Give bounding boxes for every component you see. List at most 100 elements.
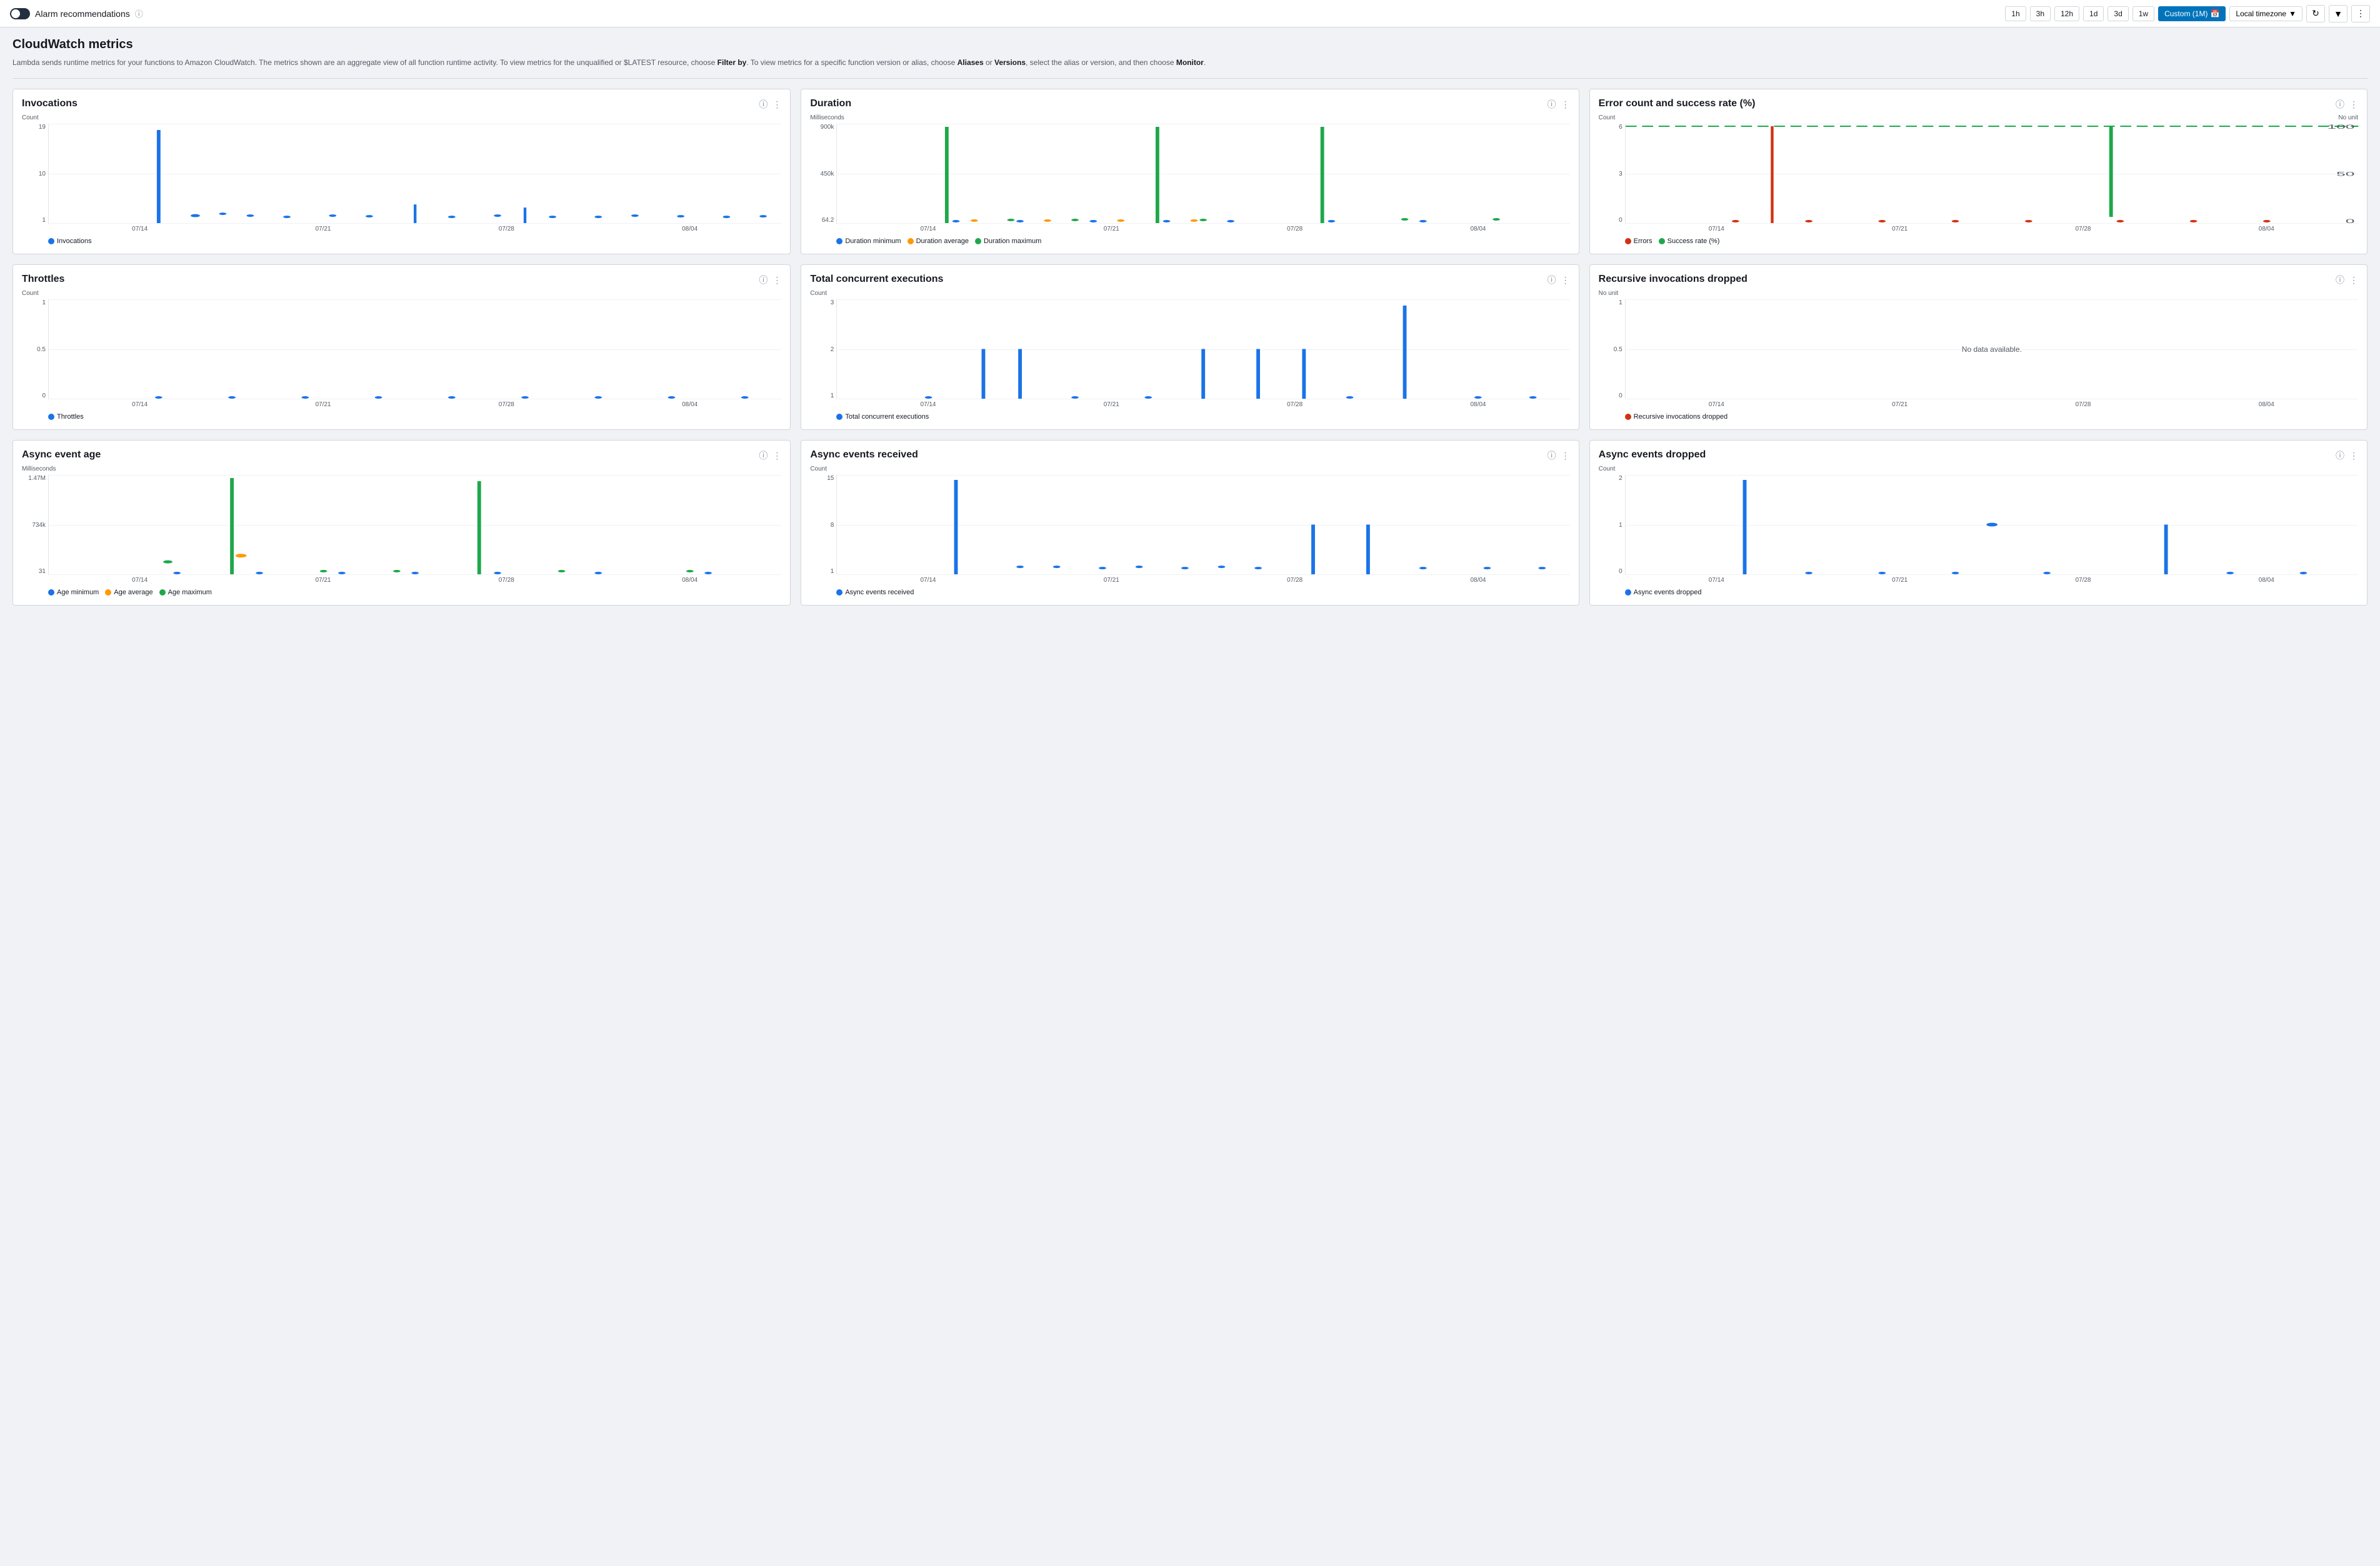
throttles-chart: 1 0.5 0 <box>22 299 781 399</box>
more-icon[interactable]: ⋮ <box>1561 99 1570 110</box>
more-icon[interactable]: ⋮ <box>1561 451 1570 461</box>
error-svg: 100 50 0 <box>1626 124 2358 223</box>
top-bar-right: 1h 3h 12h 1d 3d 1w Custom (1M) 📅 Local t… <box>2005 5 2370 22</box>
recursive-legend: Recursive invocations dropped <box>1625 413 2358 421</box>
legend-color <box>48 238 54 244</box>
async-dropped-xlabels: 07/14 07/21 07/28 08/04 <box>1625 577 2358 584</box>
info-icon[interactable]: ⓘ <box>1548 274 1556 286</box>
time-1w[interactable]: 1w <box>2132 6 2154 21</box>
invocations-actions: ⓘ ⋮ <box>759 98 781 111</box>
duration-xlabels: 07/14 07/21 07/28 08/04 <box>836 226 1569 232</box>
chart-grid-row1: Invocations ⓘ ⋮ Count 19 10 1 <box>12 89 2368 254</box>
grid-line <box>49 574 781 575</box>
toggle-icon[interactable] <box>10 8 30 19</box>
time-1d[interactable]: 1d <box>2083 6 2104 21</box>
info-icon[interactable]: ⓘ <box>759 98 768 111</box>
error-yaxis: 6 3 0 <box>1599 124 1622 224</box>
recursive-yaxis: 1 0.5 0 <box>1599 299 1622 399</box>
throttles-card: Throttles ⓘ ⋮ Count 1 0.5 0 <box>12 264 791 430</box>
async-dropped-header: Async events dropped ⓘ ⋮ <box>1599 449 2358 462</box>
calendar-icon: 📅 <box>2210 9 2219 18</box>
duration-chart: 900k 450k 64.2 <box>810 124 1569 224</box>
info-icon[interactable]: ⓘ <box>1548 449 1556 462</box>
more-icon[interactable]: ⋮ <box>2349 275 2358 286</box>
duration-actions: ⓘ ⋮ <box>1548 98 1570 111</box>
more-icon[interactable]: ⋮ <box>772 99 781 110</box>
concurrent-exec-title: Total concurrent executions <box>810 274 943 285</box>
concurrent-exec-ylabel: Count <box>810 290 1569 297</box>
throttles-legend: Throttles <box>48 413 781 421</box>
help-icon[interactable]: ⓘ <box>135 7 143 19</box>
async-received-legend: Async events received <box>836 589 1569 596</box>
async-received-chart: 15 8 1 <box>810 475 1569 575</box>
recursive-actions: ⓘ ⋮ <box>2336 274 2358 286</box>
error-xlabels: 07/14 07/21 07/28 08/04 <box>1625 226 2358 232</box>
timezone-btn[interactable]: Local timezone ▼ <box>2229 6 2302 21</box>
info-icon[interactable]: ⓘ <box>759 449 768 462</box>
more-options-btn[interactable]: ⋮ <box>2351 5 2370 22</box>
info-icon[interactable]: ⓘ <box>2336 274 2344 286</box>
legend-color <box>48 589 54 596</box>
settings-btn[interactable]: ▼ <box>2329 5 2348 22</box>
error-rate-chart: 6 3 0 <box>1599 124 2358 224</box>
concurrent-xlabels: 07/14 07/21 07/28 08/04 <box>836 401 1569 408</box>
async-age-card: Async event age ⓘ ⋮ Milliseconds 1.47M 7… <box>12 440 791 606</box>
page-description: Lambda sends runtime metrics for your fu… <box>12 57 2368 68</box>
row-gap-2 <box>12 430 2368 440</box>
async-received-yaxis: 15 8 1 <box>810 475 834 575</box>
legend-color <box>48 414 54 420</box>
row-gap <box>12 254 2368 264</box>
invocations-xlabels: 07/14 07/21 07/28 08/04 <box>48 226 781 232</box>
async-age-legend: Age minimum Age average Age maximum <box>48 589 781 596</box>
custom-time-btn[interactable]: Custom (1M) 📅 <box>2158 6 2226 21</box>
info-icon[interactable]: ⓘ <box>759 274 768 286</box>
legend-color <box>159 589 166 596</box>
async-received-xlabels: 07/14 07/21 07/28 08/04 <box>836 577 1569 584</box>
legend-color <box>908 238 914 244</box>
async-dropped-ylabel: Count <box>1599 466 2358 472</box>
grid-line <box>1626 574 2358 575</box>
async-dropped-legend: Async events dropped <box>1625 589 2358 596</box>
recursive-inner: No data available. <box>1625 299 2358 399</box>
legend-color <box>1625 414 1631 420</box>
invocations-legend: Invocations <box>48 237 781 245</box>
page-title: CloudWatch metrics <box>12 37 2368 52</box>
svg-text:100: 100 <box>2327 124 2354 130</box>
more-icon[interactable]: ⋮ <box>2349 451 2358 461</box>
time-3d[interactable]: 3d <box>2108 6 2128 21</box>
info-icon[interactable]: ⓘ <box>2336 449 2344 462</box>
time-12h[interactable]: 12h <box>2054 6 2079 21</box>
top-bar: Alarm recommendations ⓘ 1h 3h 12h 1d 3d … <box>0 0 2380 27</box>
async-dropped-chart: 2 1 0 <box>1599 475 2358 575</box>
async-age-title: Async event age <box>22 449 101 461</box>
async-age-actions: ⓘ ⋮ <box>759 449 781 462</box>
concurrent-exec-actions: ⓘ ⋮ <box>1548 274 1570 286</box>
legend-duration-avg: Duration average <box>908 237 969 245</box>
async-received-card: Async events received ⓘ ⋮ Count 15 8 1 <box>801 440 1579 606</box>
info-icon[interactable]: ⓘ <box>1548 98 1556 111</box>
info-icon[interactable]: ⓘ <box>2336 98 2344 111</box>
legend-success-rate: Success rate (%) <box>1659 237 1720 245</box>
error-inner: 100 50 0 <box>1625 124 2358 224</box>
error-rate-header: Error count and success rate (%) ⓘ ⋮ <box>1599 98 2358 111</box>
concurrent-exec-card: Total concurrent executions ⓘ ⋮ Count 3 … <box>801 264 1579 430</box>
throttles-svg <box>49 299 781 399</box>
async-received-inner <box>836 475 1569 575</box>
error-rate-card: Error count and success rate (%) ⓘ ⋮ Cou… <box>1589 89 2368 254</box>
throttles-inner <box>48 299 781 399</box>
invocations-header: Invocations ⓘ ⋮ <box>22 98 781 111</box>
more-icon[interactable]: ⋮ <box>772 275 781 286</box>
legend-color <box>1659 238 1665 244</box>
svg-text:50: 50 <box>2336 171 2354 177</box>
invocations-title: Invocations <box>22 98 78 109</box>
more-icon[interactable]: ⋮ <box>2349 99 2358 110</box>
recursive-ylabel: No unit <box>1599 290 2358 297</box>
more-icon[interactable]: ⋮ <box>772 451 781 461</box>
refresh-btn[interactable]: ↻ <box>2306 5 2325 22</box>
more-icon[interactable]: ⋮ <box>1561 275 1570 286</box>
recursive-title: Recursive invocations dropped <box>1599 274 1748 285</box>
legend-async-received: Async events received <box>836 589 914 596</box>
time-3h[interactable]: 3h <box>2030 6 2051 21</box>
async-age-xlabels: 07/14 07/21 07/28 08/04 <box>48 577 781 584</box>
time-1h[interactable]: 1h <box>2005 6 2026 21</box>
